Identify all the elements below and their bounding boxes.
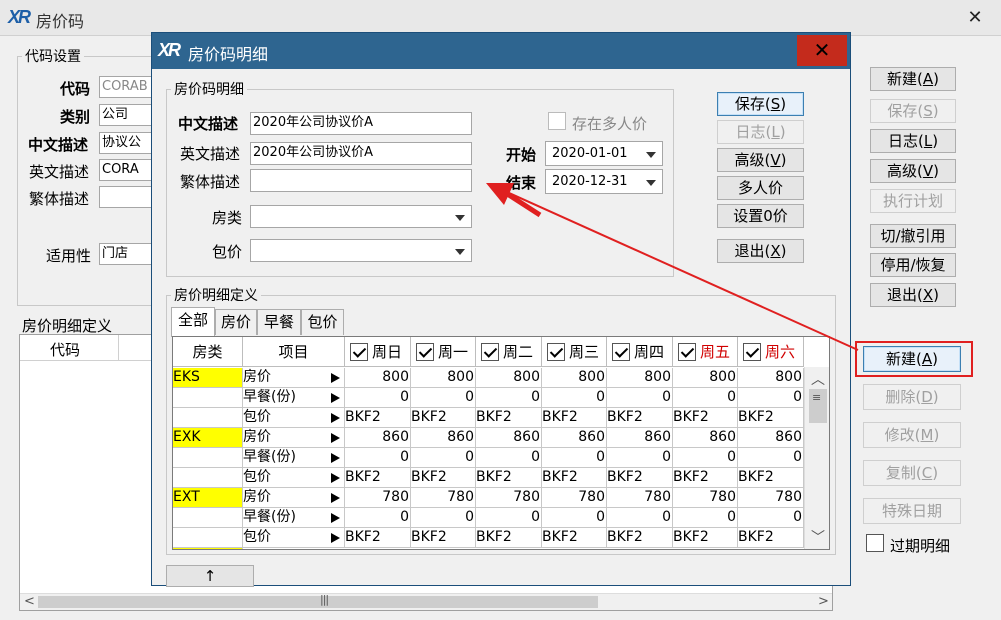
arrow-line: [497, 187, 859, 351]
annotation-arrow: [486, 183, 859, 351]
